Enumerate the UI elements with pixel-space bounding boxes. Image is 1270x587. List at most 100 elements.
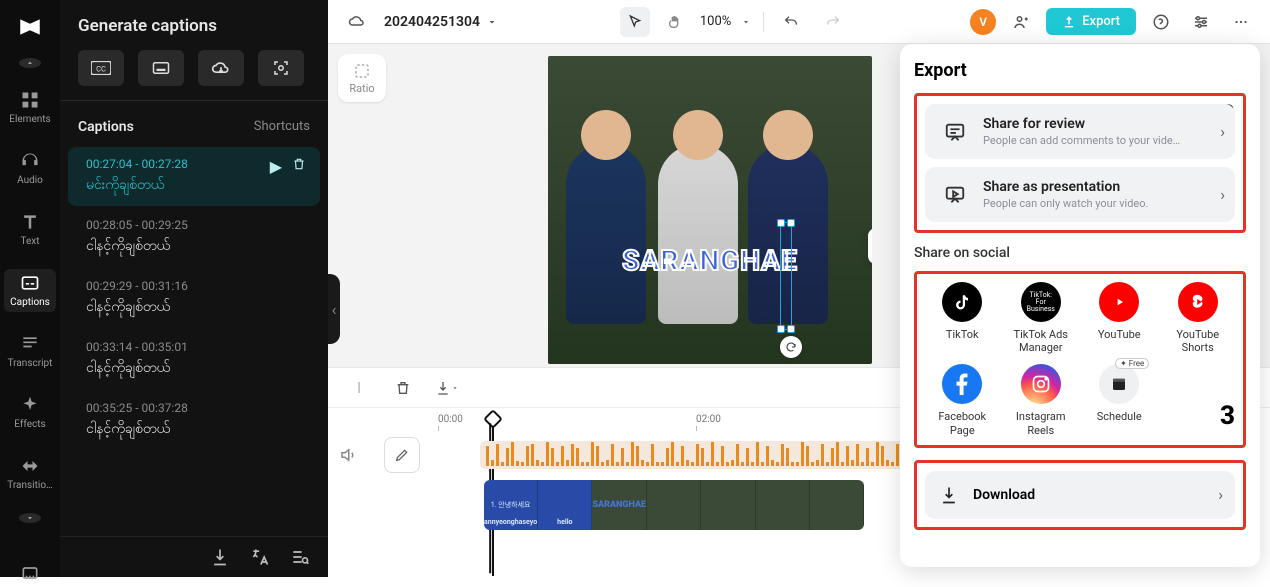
chevron-right-icon: › xyxy=(1218,485,1223,504)
caption-list: 00:27:04 - 00:27:28 ▶ မင်းကိုချစ်တယ် 00:… xyxy=(60,145,328,536)
annotation-box-3: 3 TikTok TikTok: For Business TikTok Ads… xyxy=(914,271,1246,448)
caption-item[interactable]: 00:28:05 - 00:29:25 ငါနင့်ကိုချစ်တယ် xyxy=(68,208,320,267)
user-avatar[interactable]: V xyxy=(970,9,996,35)
chevron-right-icon: › xyxy=(1220,185,1225,204)
zoom-controls: 100% xyxy=(620,7,751,37)
rail-elements[interactable]: Elements xyxy=(0,86,60,129)
caption-play-icon[interactable]: ▶ xyxy=(270,157,282,176)
schedule-icon: ✦ Free xyxy=(1099,364,1139,404)
panel-title: Generate captions xyxy=(60,0,328,50)
social-schedule[interactable]: ✦ Free Schedule xyxy=(1082,364,1157,436)
video-thumb[interactable]: hello xyxy=(538,480,592,530)
help-icon[interactable] xyxy=(1146,7,1176,37)
export-panel: Export 2 Share for review People can add… xyxy=(900,44,1260,567)
settings-icon[interactable] xyxy=(1186,7,1216,37)
rail-collapse-up[interactable] xyxy=(19,58,41,68)
tool-subtitle-icon[interactable] xyxy=(138,50,184,86)
delete-icon[interactable] xyxy=(388,373,418,403)
rail-transitions[interactable]: Transitio… xyxy=(0,452,60,495)
topbar: 202404251304 100% V Export xyxy=(328,0,1270,44)
zoom-value[interactable]: 100% xyxy=(700,14,731,29)
tool-cloud-icon[interactable] xyxy=(198,50,244,86)
annotation-box-1: 1 Download › xyxy=(914,460,1246,530)
undo-icon[interactable] xyxy=(776,7,806,37)
rail-bottom[interactable] xyxy=(0,559,60,587)
more-icon[interactable] xyxy=(1226,7,1256,37)
video-thumb[interactable] xyxy=(810,480,864,530)
left-rail: Elements Audio Text Captions Transcript … xyxy=(0,0,60,577)
instagram-icon xyxy=(1021,364,1061,404)
caption-item[interactable]: 00:29:29 - 00:31:16 ငါနင့်ကိုချစ်တယ် xyxy=(68,269,320,328)
rail-text[interactable]: Text xyxy=(0,208,60,251)
step-number: 3 xyxy=(1220,401,1235,431)
panel-tools: CC xyxy=(60,50,328,100)
tool-scan-icon[interactable] xyxy=(258,50,304,86)
video-thumb[interactable] xyxy=(756,480,810,530)
captions-head: Captions Shortcuts xyxy=(60,109,328,145)
text-cursor-icon[interactable]: I xyxy=(344,373,374,403)
rail-transcript[interactable]: Transcript xyxy=(0,330,60,373)
download-clip-icon[interactable] xyxy=(432,373,462,403)
main-area: 202404251304 100% V Export ‹ xyxy=(328,0,1270,577)
video-preview[interactable]: SARANGHAE xyxy=(548,56,872,364)
social-instagram[interactable]: Instagram Reels xyxy=(1004,364,1079,436)
project-name[interactable]: 202404251304 xyxy=(384,14,498,30)
review-icon xyxy=(939,121,971,143)
export-title: Export xyxy=(914,60,1246,81)
download-card[interactable]: Download › xyxy=(925,471,1235,519)
rail-effects[interactable]: Effects xyxy=(0,391,60,434)
video-caption-overlay[interactable]: SARANGHAE xyxy=(622,244,798,277)
download-captions-icon[interactable] xyxy=(210,547,230,567)
rail-collapse-down[interactable] xyxy=(19,513,41,523)
share-users-icon[interactable] xyxy=(1006,7,1036,37)
cursor-tool-icon[interactable] xyxy=(620,7,650,37)
search-captions-icon[interactable] xyxy=(290,547,310,567)
social-tiktok-ads[interactable]: TikTok: For Business TikTok Ads Manager xyxy=(1004,282,1079,354)
rail-captions[interactable]: Captions xyxy=(4,269,56,312)
export-button[interactable]: Export xyxy=(1046,8,1136,35)
svg-text:CC: CC xyxy=(96,64,106,73)
video-thumb[interactable]: 1. 안녕하세요annyeonghaseyo xyxy=(484,480,538,530)
social-facebook[interactable]: Facebook Page xyxy=(925,364,1000,436)
hand-tool-icon[interactable] xyxy=(660,7,690,37)
caption-item[interactable]: 00:35:25 - 00:37:28 ငါနင့်ကိုချစ်တယ် xyxy=(68,391,320,450)
social-youtube[interactable]: YouTube xyxy=(1082,282,1157,354)
download-icon xyxy=(939,485,959,505)
presentation-icon xyxy=(939,184,971,206)
share-social-label: Share on social xyxy=(914,245,1246,261)
cloud-sync-icon[interactable] xyxy=(342,7,372,37)
mute-track-icon[interactable] xyxy=(328,446,368,464)
copy-overlay-icon[interactable] xyxy=(868,228,872,264)
selection-box[interactable] xyxy=(780,222,792,330)
video-thumb[interactable] xyxy=(701,480,755,530)
caption-item[interactable]: 00:27:04 - 00:27:28 ▶ မင်းကိုချစ်တယ် xyxy=(68,147,320,206)
share-presentation-card[interactable]: Share as presentation People can only wa… xyxy=(925,167,1235,222)
share-review-card[interactable]: Share for review People can add comments… xyxy=(925,104,1235,159)
translate-icon[interactable] xyxy=(250,547,270,567)
tiktok-ads-icon: TikTok: For Business xyxy=(1021,282,1061,322)
caption-item[interactable]: 00:33:14 - 00:35:01 ငါနင့်ကိုချစ်တယ် xyxy=(68,330,320,389)
chevron-right-icon: › xyxy=(1220,122,1225,141)
social-youtube-shorts[interactable]: YouTube Shorts xyxy=(1161,282,1236,354)
tool-cc-icon[interactable]: CC xyxy=(78,50,124,86)
caption-delete-icon[interactable] xyxy=(292,157,306,176)
redo-icon[interactable] xyxy=(818,7,848,37)
youtube-icon xyxy=(1099,282,1139,322)
video-thumb[interactable]: SARANGHAE xyxy=(592,480,647,530)
shortcuts-link[interactable]: Shortcuts xyxy=(254,119,310,135)
overlay-actions xyxy=(868,228,872,264)
app-logo-icon[interactable] xyxy=(16,14,44,40)
video-clip[interactable]: 1. 안녕하세요annyeonghaseyo hello SARANGHAE xyxy=(484,480,864,530)
tiktok-icon xyxy=(942,282,982,322)
panel-collapse-handle[interactable]: ‹ xyxy=(328,274,340,344)
facebook-icon xyxy=(942,364,982,404)
social-tiktok[interactable]: TikTok xyxy=(925,282,1000,354)
youtube-shorts-icon xyxy=(1178,282,1218,322)
video-thumb[interactable] xyxy=(647,480,701,530)
panel-foot xyxy=(60,536,328,577)
annotation-box-2: 2 Share for review People can add commen… xyxy=(914,93,1246,233)
pencil-tool-icon[interactable] xyxy=(384,437,420,473)
rail-audio[interactable]: Audio xyxy=(0,147,60,190)
sync-overlay-icon[interactable] xyxy=(780,336,802,358)
ratio-button[interactable]: Ratio xyxy=(338,54,386,102)
